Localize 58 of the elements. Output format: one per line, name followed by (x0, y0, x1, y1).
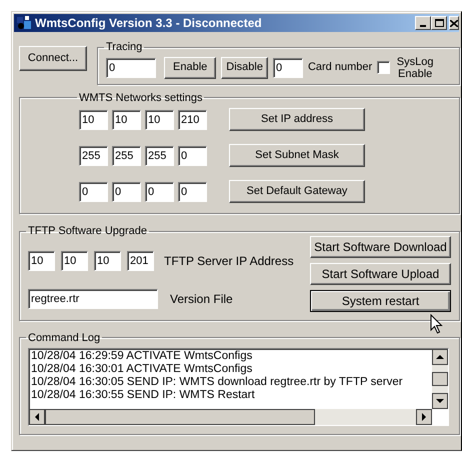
set-button[interactable]: Set Default Gateway (229, 180, 365, 203)
scroll-thumb[interactable] (45, 409, 315, 425)
set-button[interactable]: Set IP address (229, 108, 365, 131)
log-line: 10/28/04 16:30:01 ACTIVATE WmtsConfigs (31, 363, 252, 376)
scroll-left-icon[interactable] (29, 409, 45, 425)
version-file-label: Version File (170, 290, 233, 308)
scroll-up-icon[interactable] (432, 349, 448, 365)
enable-button[interactable]: Enable (164, 56, 216, 78)
set-button[interactable]: Set Subnet Mask (229, 144, 365, 167)
scroll-down-icon[interactable] (432, 393, 448, 409)
octet-field[interactable]: 10 (94, 250, 121, 270)
octet-field[interactable]: 0 (178, 182, 207, 202)
tftp-button[interactable]: Start Software Download (310, 236, 451, 258)
octet-field[interactable]: 10 (145, 110, 174, 130)
octet-field[interactable]: 0 (178, 146, 207, 166)
octet-field[interactable]: 0 (112, 182, 141, 202)
octet-field[interactable]: 210 (178, 110, 207, 130)
group-title: WMTS Networks settings (78, 90, 204, 106)
group-title: TFTP Software Upgrade (27, 224, 148, 239)
tftp-button[interactable]: System restart (310, 290, 451, 312)
group-title: Tracing (105, 40, 144, 55)
maximize-button[interactable] (431, 16, 447, 30)
log-line: 10/28/04 16:29:59 ACTIVATE WmtsConfigs (31, 350, 252, 363)
card-number-label: Card number (308, 60, 372, 76)
window-title: WmtsConfig Version 3.3 - Disconnected (35, 15, 262, 32)
octet-field[interactable]: 0 (145, 182, 174, 202)
octet-field[interactable]: 255 (112, 146, 141, 166)
minimize-button[interactable] (415, 16, 431, 30)
octet-field[interactable]: 10 (61, 250, 88, 270)
octet-field[interactable]: 10 (112, 110, 141, 130)
card-number-field[interactable]: 0 (272, 58, 303, 78)
group-title: Command Log (27, 330, 102, 346)
close-icon (450, 20, 458, 26)
scroll-right-icon[interactable] (416, 409, 432, 425)
octet-field[interactable]: 0 (79, 182, 108, 202)
tracing-field[interactable]: 0 (106, 58, 156, 78)
syslog-checkbox[interactable] (377, 61, 390, 74)
octet-field[interactable]: 201 (127, 250, 154, 270)
app-icon (16, 15, 32, 31)
connect-button[interactable]: Connect... (19, 46, 87, 71)
octet-field[interactable]: 255 (145, 146, 174, 166)
scroll-thumb[interactable] (432, 372, 448, 386)
version-file-field[interactable]: regtree.rtr (28, 288, 158, 308)
octet-field[interactable]: 255 (79, 146, 108, 166)
octet-field[interactable]: 10 (79, 110, 108, 130)
horizontal-scrollbar[interactable] (29, 409, 432, 425)
maximize-icon (434, 19, 444, 27)
disable-button[interactable]: Disable (221, 56, 268, 78)
log-line: 10/28/04 16:30:55 SEND IP: WMTS Restart (31, 389, 255, 402)
tftp-button[interactable]: Start Software Upload (310, 262, 451, 284)
cursor-icon (430, 314, 443, 334)
minimize-icon (420, 25, 426, 27)
vertical-scrollbar[interactable] (432, 349, 448, 409)
close-button[interactable] (449, 16, 459, 30)
syslog-label: SysLog Enable (396, 56, 434, 80)
server-ip-label: TFTP Server IP Address (164, 252, 294, 270)
octet-field[interactable]: 10 (28, 250, 55, 270)
log-line: 10/28/04 16:30:05 SEND IP: WMTS download regtree.rtr by TFTP server (31, 376, 403, 389)
